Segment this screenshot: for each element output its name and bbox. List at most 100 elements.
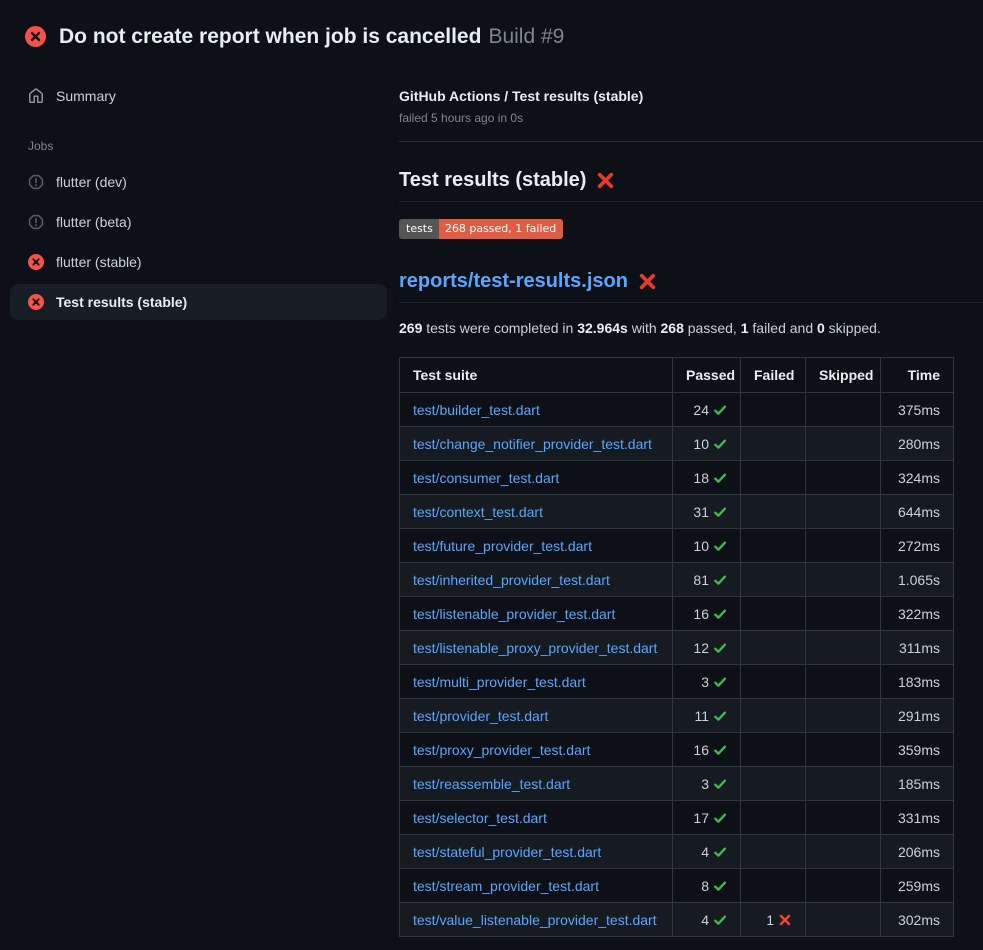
jobs-section-label: Jobs: [28, 139, 387, 153]
suite-link[interactable]: test/future_provider_test.dart: [413, 538, 592, 554]
time-cell: 291ms: [881, 699, 954, 733]
suite-link[interactable]: test/stateful_provider_test.dart: [413, 844, 601, 860]
passed-cell: 10: [673, 427, 741, 461]
suite-link[interactable]: test/change_notifier_provider_test.dart: [413, 436, 652, 452]
skipped-cell: [806, 427, 881, 461]
suite-link[interactable]: test/value_listenable_provider_test.dart: [413, 912, 657, 928]
time-cell: 1.065s: [881, 563, 954, 597]
failed-cell: [741, 495, 806, 529]
job-label: flutter (beta): [56, 214, 131, 230]
suite-cell: test/selector_test.dart: [400, 801, 673, 835]
time-cell: 322ms: [881, 597, 954, 631]
failed-cell: [741, 563, 806, 597]
suite-cell: test/value_listenable_provider_test.dart: [400, 903, 673, 937]
table-row: test/listenable_proxy_provider_test.dart…: [400, 631, 954, 665]
run-header: Do not create report when job is cancell…: [0, 0, 983, 56]
suite-cell: test/reassemble_test.dart: [400, 767, 673, 801]
check-icon: [713, 811, 727, 825]
run-title: Do not create report when job is cancell…: [59, 25, 481, 48]
suite-link[interactable]: test/inherited_provider_test.dart: [413, 572, 610, 588]
time-cell: 185ms: [881, 767, 954, 801]
skipped-cell: [806, 835, 881, 869]
check-icon: [713, 539, 727, 553]
failed-cell: [741, 801, 806, 835]
check-icon: [713, 675, 727, 689]
run-meta: failed 5 hours ago in 0s: [399, 109, 983, 127]
report-file-link[interactable]: reports/test-results.json: [399, 270, 628, 293]
home-icon: [28, 88, 44, 104]
sidebar-item-summary[interactable]: Summary: [10, 78, 387, 114]
skipped-cell: [806, 495, 881, 529]
suite-cell: test/stateful_provider_test.dart: [400, 835, 673, 869]
failed-cell: [741, 631, 806, 665]
column-header-passed: Passed: [673, 358, 741, 393]
duration: 32.964s: [577, 320, 628, 336]
main-content: GitHub Actions / Test results (stable) f…: [397, 56, 983, 937]
sidebar-job-item[interactable]: Test results (stable): [10, 284, 387, 320]
check-icon: [713, 403, 727, 417]
table-row: test/listenable_provider_test.dart16322m…: [400, 597, 954, 631]
suite-link[interactable]: test/stream_provider_test.dart: [413, 878, 599, 894]
suite-cell: test/consumer_test.dart: [400, 461, 673, 495]
breadcrumb: GitHub Actions / Test results (stable): [399, 86, 983, 106]
report-title: reports/test-results.json: [399, 270, 983, 303]
failed-cell: [741, 869, 806, 903]
section-title: Test results (stable): [399, 169, 983, 202]
skipped-cell: [806, 563, 881, 597]
table-row: test/context_test.dart31644ms: [400, 495, 954, 529]
sidebar-job-item[interactable]: flutter (dev): [10, 164, 387, 200]
time-cell: 331ms: [881, 801, 954, 835]
table-row: test/reassemble_test.dart 3 185ms: [400, 767, 954, 801]
failed-cell: [741, 767, 806, 801]
suite-link[interactable]: test/provider_test.dart: [413, 708, 548, 724]
summary-text: 269 tests were completed in 32.964s with…: [399, 320, 983, 336]
time-cell: 302ms: [881, 903, 954, 937]
skipped-cell: [806, 699, 881, 733]
suite-link[interactable]: test/proxy_provider_test.dart: [413, 742, 590, 758]
suite-link[interactable]: test/consumer_test.dart: [413, 470, 559, 486]
passed-cell: 18: [673, 461, 741, 495]
divider: [399, 141, 983, 142]
time-cell: 311ms: [881, 631, 954, 665]
passed-cell: 17: [673, 801, 741, 835]
check-icon: [713, 471, 727, 485]
skipped-cell: [806, 801, 881, 835]
table-row: test/multi_provider_test.dart3183ms: [400, 665, 954, 699]
skipped-cell: [806, 461, 881, 495]
table-row: test/change_notifier_provider_test.dart 1…: [400, 427, 954, 461]
tests-badge: tests 268 passed, 1 failed: [399, 219, 563, 239]
stop-icon: [28, 174, 44, 190]
table-row: test/value_listenable_provider_test.dart…: [400, 903, 954, 937]
passed-cell: 3: [673, 767, 741, 801]
table-header-row: Test suitePassedFailedSkippedTime: [400, 358, 954, 393]
passed-cell: 24: [673, 393, 741, 427]
skipped-cell: [806, 767, 881, 801]
skipped-cell: [806, 733, 881, 767]
check-icon: [713, 641, 727, 655]
suite-cell: test/listenable_provider_test.dart: [400, 597, 673, 631]
suite-link[interactable]: test/builder_test.dart: [413, 402, 540, 418]
column-header-time: Time: [881, 358, 954, 393]
table-row: test/selector_test.dart 17 331ms: [400, 801, 954, 835]
suite-link[interactable]: test/multi_provider_test.dart: [413, 674, 586, 690]
sidebar-job-item[interactable]: flutter (beta): [10, 204, 387, 240]
skipped-cell: [806, 631, 881, 665]
suite-link[interactable]: test/context_test.dart: [413, 504, 543, 520]
passed-cell: 10: [673, 529, 741, 563]
time-cell: 183ms: [881, 665, 954, 699]
x-circle-icon: [28, 254, 44, 270]
suite-cell: test/multi_provider_test.dart: [400, 665, 673, 699]
suite-link[interactable]: test/listenable_proxy_provider_test.dart: [413, 640, 657, 656]
sidebar-job-item[interactable]: flutter (stable): [10, 244, 387, 280]
suite-cell: test/inherited_provider_test.dart: [400, 563, 673, 597]
skipped-cell: [806, 665, 881, 699]
suite-cell: test/provider_test.dart: [400, 699, 673, 733]
failed-cell: [741, 733, 806, 767]
results-table: Test suitePassedFailedSkippedTime test/b…: [399, 357, 954, 937]
column-header-failed: Failed: [741, 358, 806, 393]
suite-link[interactable]: test/selector_test.dart: [413, 810, 547, 826]
skipped-cell: [806, 529, 881, 563]
time-cell: 644ms: [881, 495, 954, 529]
suite-link[interactable]: test/reassemble_test.dart: [413, 776, 570, 792]
suite-link[interactable]: test/listenable_provider_test.dart: [413, 606, 615, 622]
